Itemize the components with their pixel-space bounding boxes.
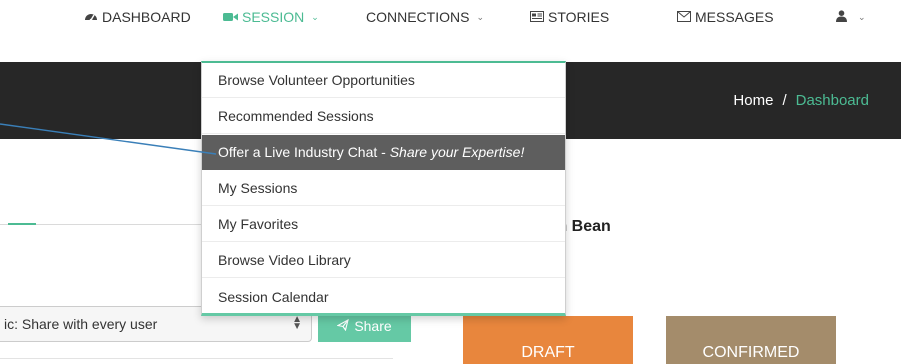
breadcrumb: Home / Dashboard	[733, 92, 869, 109]
menu-item-session-calendar[interactable]: Session Calendar	[202, 279, 565, 314]
menu-item-label: Recommended Sessions	[218, 108, 374, 124]
nav-messages-label: MESSAGES	[695, 9, 774, 25]
nav-dashboard[interactable]: DASHBOARD	[84, 9, 191, 25]
video-camera-icon	[223, 9, 238, 25]
active-tab-indicator	[8, 223, 36, 225]
nav-connections-label: CONNECTIONS	[366, 9, 470, 25]
draft-label: DRAFT	[521, 344, 575, 361]
newspaper-icon	[530, 9, 544, 25]
nav-session[interactable]: SESSION ⌄	[223, 9, 319, 25]
menu-item-browse-video-library[interactable]: Browse Video Library	[202, 243, 565, 278]
user-icon	[836, 9, 847, 25]
menu-item-label: Browse Volunteer Opportunities	[218, 72, 415, 88]
nav-stories[interactable]: STORIES	[530, 9, 609, 25]
divider	[0, 358, 393, 359]
chevron-down-icon: ⌄	[476, 11, 484, 22]
nav-dashboard-label: DASHBOARD	[102, 9, 191, 25]
menu-item-label: Browse Video Library	[218, 252, 351, 268]
share-button-label: Share	[354, 318, 392, 334]
menu-item-offer-live-industry-chat[interactable]: Offer a Live Industry Chat - Share your …	[202, 135, 565, 170]
top-navigation: DASHBOARD SESSION ⌄ CONNECTIONS ⌄ STORIE…	[0, 0, 901, 36]
nav-session-label: SESSION	[242, 9, 305, 25]
visibility-select-value: ic: Share with every user	[4, 316, 158, 332]
nav-connections[interactable]: CONNECTIONS ⌄	[366, 9, 484, 25]
chevron-down-icon: ⌄	[311, 11, 319, 22]
menu-item-label: Session Calendar	[218, 288, 329, 305]
breadcrumb-home[interactable]: Home	[733, 92, 773, 109]
menu-item-label: Offer a Live Industry Chat -	[218, 144, 390, 160]
send-icon	[336, 318, 350, 334]
session-dropdown-menu: Browse Volunteer Opportunities Recommend…	[201, 61, 566, 316]
menu-item-emphasis: Share your Expertise!	[389, 144, 525, 160]
menu-item-label: My Favorites	[218, 216, 299, 232]
confirmed-status-card[interactable]: CONFIRMED	[666, 316, 836, 364]
nav-stories-label: STORIES	[548, 9, 610, 25]
select-arrows-icon: ▲ ▼	[292, 314, 302, 332]
dashboard-icon	[84, 9, 98, 25]
menu-item-browse-volunteer-opportunities[interactable]: Browse Volunteer Opportunities	[202, 63, 565, 98]
menu-item-my-favorites[interactable]: My Favorites	[202, 207, 565, 242]
menu-item-my-sessions[interactable]: My Sessions	[202, 171, 565, 206]
envelope-icon	[677, 9, 691, 25]
draft-status-card[interactable]: DRAFT	[463, 316, 633, 364]
menu-item-recommended-sessions[interactable]: Recommended Sessions	[202, 99, 565, 134]
breadcrumb-separator: /	[782, 92, 787, 109]
nav-messages[interactable]: MESSAGES	[677, 9, 774, 25]
menu-item-label: My Sessions	[218, 180, 298, 196]
chevron-down-icon: ⌄	[858, 11, 866, 22]
nav-user-menu[interactable]: ⌄	[836, 9, 866, 25]
breadcrumb-current: Dashboard	[795, 92, 869, 109]
confirmed-label: CONFIRMED	[702, 344, 800, 361]
